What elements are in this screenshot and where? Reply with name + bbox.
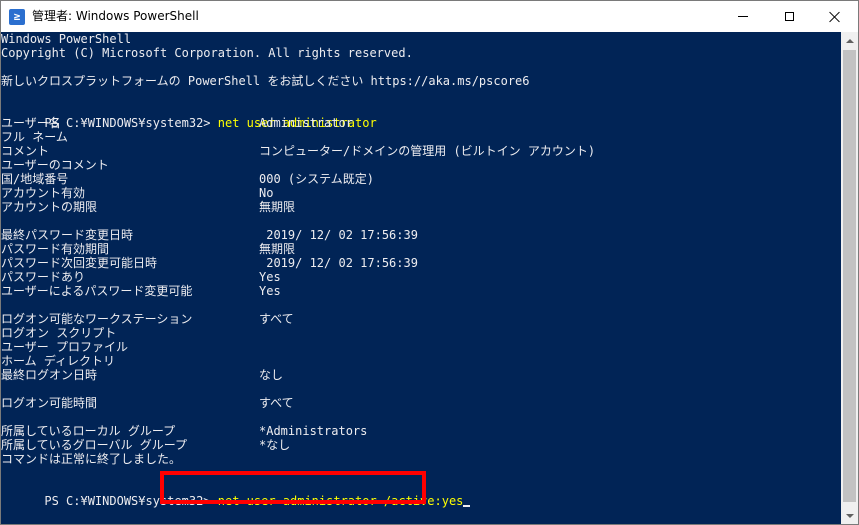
arrow-down-icon (845, 513, 854, 518)
output-row: 最終パスワード変更日時 2019/ 12/ 02 17:56:39 (1, 228, 418, 242)
vertical-scrollbar[interactable] (841, 32, 858, 524)
output-row: ログオン可能時間 すべて (1, 396, 294, 410)
row-label: パスワード次回変更可能日時 (1, 256, 158, 270)
row-value: No (259, 186, 274, 200)
row-label: ホーム ディレクトリ (1, 354, 116, 368)
maximize-button[interactable] (766, 1, 812, 32)
row-value: すべて (259, 396, 294, 410)
row-label: ログオン スクリプト (1, 326, 117, 340)
output-row: ログオン可能なワークステーション すべて (1, 312, 294, 326)
title-bar[interactable]: ≥ 管理者: Windows PowerShell (1, 1, 858, 32)
row-label: パスワード有効期間 (1, 242, 110, 256)
header-line: Copyright (C) Microsoft Corporation. All… (1, 46, 413, 60)
row-label: ログオン可能なワークステーション (1, 312, 193, 326)
header-line: Windows PowerShell (1, 32, 132, 46)
row-label: 国/地域番号 (1, 172, 69, 186)
highlight-box (160, 471, 426, 504)
row-value: *なし (259, 438, 291, 452)
output-row: フル ネーム (1, 130, 68, 144)
output-row: ユーザーのコメント (1, 158, 109, 172)
maximize-icon (784, 12, 794, 21)
row-value: *Administrators (259, 424, 368, 438)
row-label: 所属しているグローバル グループ (1, 438, 188, 452)
row-label: 最終ログオン日時 (1, 368, 98, 382)
output-row: 所属しているグローバル グループ *なし (1, 438, 290, 452)
powershell-icon[interactable]: ≥ (9, 9, 25, 25)
prompt-text: PS C:¥WINDOWS¥system32> (44, 116, 218, 130)
minimize-icon (738, 16, 748, 17)
output-row: ユーザー名 Administrator (1, 116, 353, 130)
scroll-up-button[interactable] (841, 32, 858, 49)
row-label: ユーザー名 (1, 116, 61, 130)
arrow-up-icon (845, 38, 854, 43)
row-value: すべて (259, 312, 294, 326)
row-value: 無期限 (259, 242, 296, 256)
row-label: コメント (1, 144, 50, 158)
row-label: 最終パスワード変更日時 (1, 228, 134, 242)
row-label: アカウント有効 (1, 186, 86, 200)
output-row: パスワードあり Yes (1, 270, 281, 284)
row-value: 無期限 (259, 200, 296, 214)
row-label: ユーザー プロファイル (1, 340, 128, 354)
row-value: 2019/ 12/ 02 17:56:39 (259, 228, 418, 242)
row-label: フル ネーム (1, 130, 68, 144)
row-label: ユーザーのコメント (1, 158, 109, 172)
close-icon (829, 11, 841, 23)
prompt-line: PS C:¥WINDOWS¥system32> net user adminis… (1, 102, 376, 130)
output-row: アカウント有効 No (1, 186, 273, 200)
row-value: Yes (259, 284, 281, 298)
scroll-down-button[interactable] (841, 507, 858, 524)
row-label: パスワードあり (1, 270, 86, 284)
row-value: Administrator (259, 116, 353, 130)
output-row: アカウントの期限 無期限 (1, 200, 295, 214)
output-row: コメント コンピューター/ドメインの管理用 (ビルトイン アカウント) (1, 144, 595, 158)
output-row: ユーザーによるパスワード変更可能 Yes (1, 284, 281, 298)
output-row: パスワード有効期間 無期限 (1, 242, 295, 256)
row-label: アカウントの期限 (1, 200, 98, 214)
text-cursor (463, 505, 471, 507)
powershell-window: ≥ 管理者: Windows PowerShell Windows PowerS… (0, 0, 859, 525)
output-row: コマンドは正常に終了しました。 (1, 452, 181, 466)
row-label: コマンドは正常に終了しました。 (1, 452, 182, 466)
row-label: ユーザーによるパスワード変更可能 (1, 284, 193, 298)
row-label: ログオン可能時間 (1, 396, 98, 410)
row-value: 2019/ 12/ 02 17:56:39 (259, 256, 418, 270)
row-value: コンピューター/ドメインの管理用 (ビルトイン アカウント) (259, 144, 596, 158)
scrollbar-thumb[interactable] (843, 50, 856, 502)
row-label: 所属しているローカル グループ (1, 424, 176, 438)
output-row: 国/地域番号 000 (システム既定) (1, 172, 374, 186)
output-row: 最終ログオン日時 なし (1, 368, 283, 382)
output-row: ホーム ディレクトリ (1, 354, 115, 368)
row-value: 000 (システム既定) (259, 172, 374, 186)
output-row: ログオン スクリプト (1, 326, 116, 340)
output-row: パスワード次回変更可能日時 2019/ 12/ 02 17:56:39 (1, 256, 418, 270)
output-row: ユーザー プロファイル (1, 340, 128, 354)
row-value: Yes (259, 270, 281, 284)
close-button[interactable] (812, 1, 858, 32)
row-value: なし (259, 368, 284, 382)
window-title: 管理者: Windows PowerShell (32, 9, 199, 23)
output-row: 所属しているローカル グループ *Administrators (1, 424, 367, 438)
minimize-button[interactable] (720, 1, 766, 32)
header-line: 新しいクロスプラットフォームの PowerShell をお試しください http… (1, 74, 530, 88)
console-output[interactable]: Windows PowerShell Copyright (C) Microso… (1, 32, 841, 524)
